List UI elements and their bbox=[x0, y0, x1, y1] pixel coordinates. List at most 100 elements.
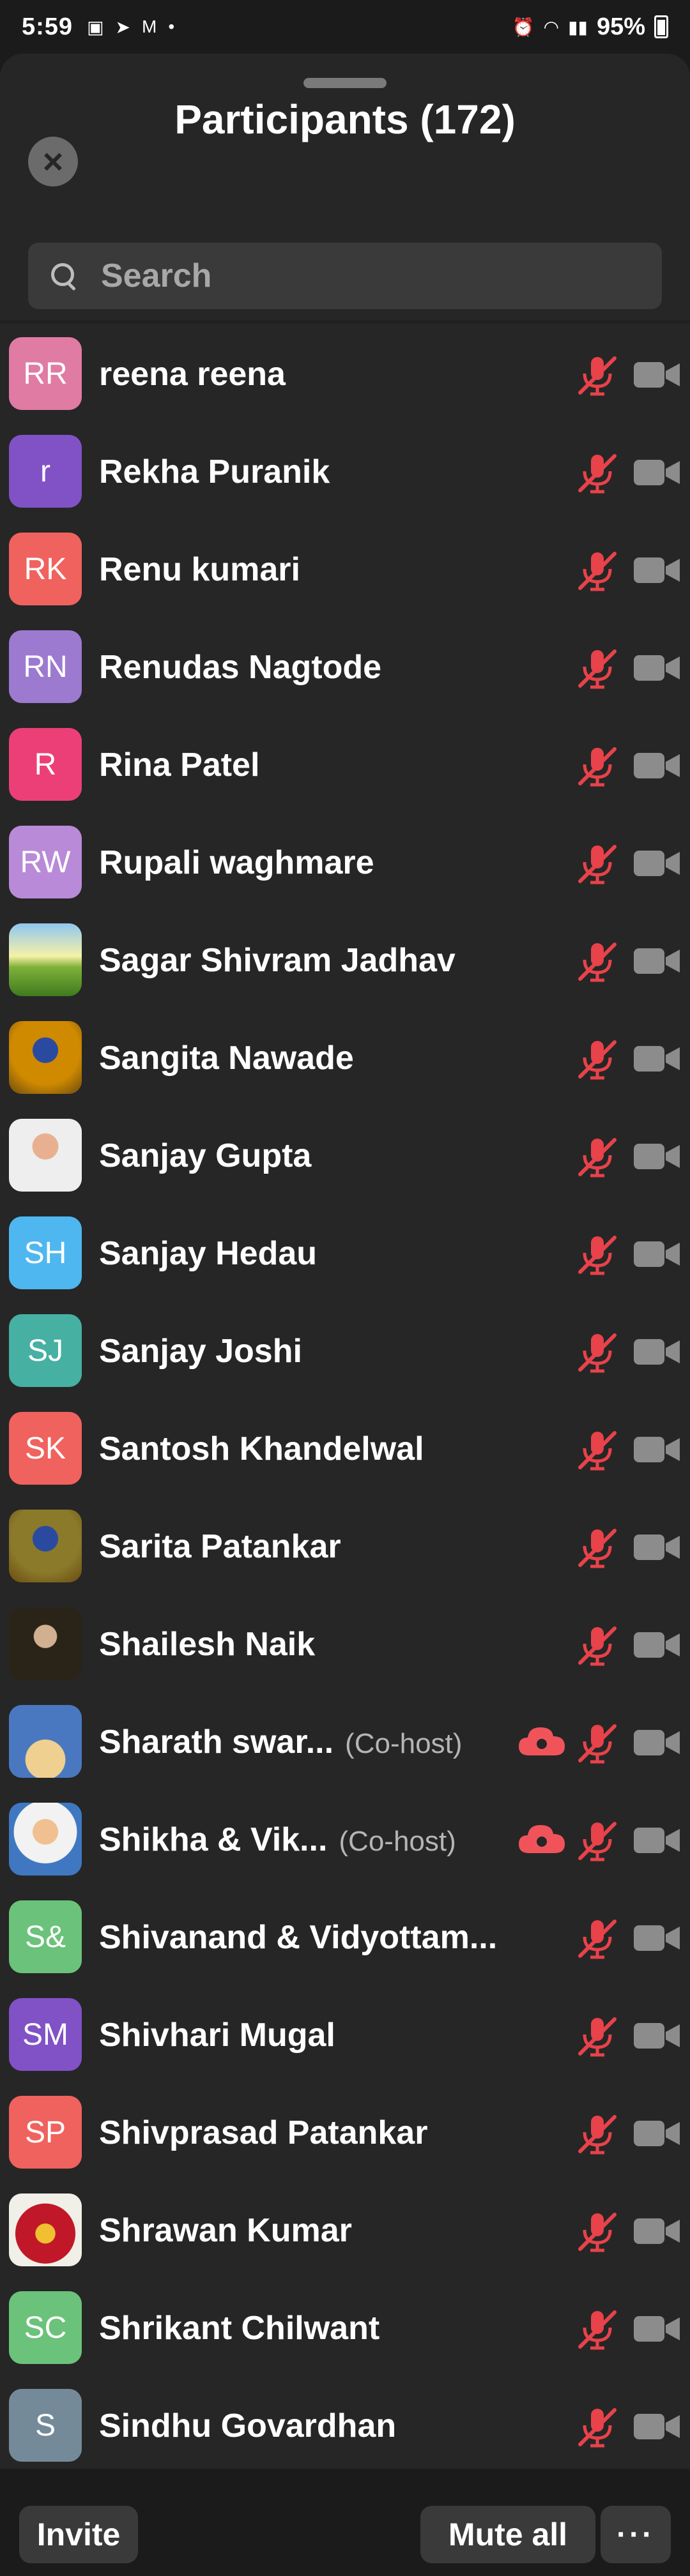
mic-muted-icon[interactable] bbox=[575, 646, 620, 691]
participant-row[interactable]: SP Shivprasad Patankar bbox=[0, 2084, 690, 2181]
mic-muted-icon[interactable] bbox=[575, 744, 620, 789]
participant-row[interactable]: S Sindhu Govardhan bbox=[0, 2377, 690, 2474]
alarm-icon: ⏰ bbox=[512, 17, 535, 37]
mic-muted-icon[interactable] bbox=[575, 1916, 620, 1961]
video-camera-icon[interactable] bbox=[632, 2117, 681, 2150]
search-bar[interactable] bbox=[28, 243, 662, 309]
participant-avatar: RW bbox=[9, 826, 82, 898]
close-button[interactable]: × bbox=[28, 137, 78, 186]
video-camera-icon[interactable] bbox=[632, 1628, 681, 1662]
participant-row[interactable]: SM Shivhari Mugal bbox=[0, 1986, 690, 2084]
participant-name-text: Rupali waghmare bbox=[99, 844, 374, 881]
participant-row[interactable]: SJ Sanjay Joshi bbox=[0, 1302, 690, 1400]
participant-avatar: SK bbox=[9, 1412, 82, 1485]
participant-name-text: Shivhari Mugal bbox=[99, 2016, 335, 2054]
mic-muted-icon[interactable] bbox=[575, 1428, 620, 1473]
video-camera-icon[interactable] bbox=[632, 456, 681, 489]
participant-row[interactable]: Sarita Patankar bbox=[0, 1497, 690, 1595]
mute-all-button[interactable]: Mute all bbox=[420, 2506, 595, 2563]
participant-row[interactable]: r Rekha Puranik bbox=[0, 423, 690, 520]
status-time: 5:59 bbox=[22, 13, 73, 40]
video-camera-icon[interactable] bbox=[632, 1531, 681, 1564]
participant-row[interactable]: RW Rupali waghmare bbox=[0, 814, 690, 911]
participant-row[interactable]: RR reena reena bbox=[0, 325, 690, 423]
mic-muted-icon[interactable] bbox=[575, 549, 620, 593]
video-camera-icon[interactable] bbox=[632, 1726, 681, 1759]
system-icons: ⏰ ◠ ▮▮ 95% bbox=[512, 13, 668, 41]
video-camera-icon[interactable] bbox=[632, 358, 681, 391]
mic-muted-icon[interactable] bbox=[575, 842, 620, 886]
video-camera-icon[interactable] bbox=[632, 944, 681, 978]
participant-row[interactable]: R Rina Patel bbox=[0, 716, 690, 814]
participant-name-text: Shrikant Chilwant bbox=[99, 2309, 380, 2347]
video-camera-icon[interactable] bbox=[632, 1335, 681, 1368]
participant-row[interactable]: Sanjay Gupta bbox=[0, 1107, 690, 1204]
participant-row[interactable]: Shikha & Vik... (Co-host) bbox=[0, 1791, 690, 1888]
participant-row[interactable]: Sangita Nawade bbox=[0, 1009, 690, 1107]
invite-button[interactable]: Invite bbox=[19, 2506, 138, 2563]
video-camera-icon[interactable] bbox=[632, 2215, 681, 2248]
more-options-button[interactable]: ··· bbox=[601, 2506, 671, 2563]
video-camera-icon[interactable] bbox=[632, 847, 681, 880]
participant-name: Sharath swar... (Co-host) bbox=[99, 1723, 462, 1761]
participant-row[interactable]: Sharath swar... (Co-host) bbox=[0, 1693, 690, 1791]
participant-name: Sanjay Joshi bbox=[99, 1332, 302, 1370]
video-camera-icon[interactable] bbox=[632, 2312, 681, 2345]
video-camera-icon[interactable] bbox=[632, 554, 681, 587]
participant-row[interactable]: SK Santosh Khandelwal bbox=[0, 1400, 690, 1497]
mic-muted-icon[interactable] bbox=[575, 451, 620, 496]
mic-muted-icon[interactable] bbox=[575, 2014, 620, 2059]
participant-row[interactable]: Shailesh Naik bbox=[0, 1595, 690, 1693]
mic-muted-icon[interactable] bbox=[575, 2405, 620, 2450]
mic-muted-icon[interactable] bbox=[575, 1232, 620, 1277]
participant-photo bbox=[9, 1510, 82, 1582]
video-camera-icon[interactable] bbox=[632, 1824, 681, 1857]
mic-muted-icon[interactable] bbox=[575, 1721, 620, 1766]
mic-muted-icon[interactable] bbox=[575, 2112, 620, 2156]
video-camera-icon[interactable] bbox=[632, 1140, 681, 1173]
mic-muted-icon[interactable] bbox=[575, 1135, 620, 1179]
cohost-label: (Co-host) bbox=[345, 1727, 463, 1759]
participant-name-text: Shailesh Naik bbox=[99, 1625, 316, 1663]
video-camera-icon[interactable] bbox=[632, 1921, 681, 1955]
mic-muted-icon[interactable] bbox=[575, 1330, 620, 1375]
mic-muted-icon[interactable] bbox=[575, 2209, 620, 2254]
mic-muted-icon[interactable] bbox=[575, 1819, 620, 1863]
drag-handle[interactable] bbox=[303, 78, 387, 88]
mic-muted-icon[interactable] bbox=[575, 1037, 620, 1082]
participant-photo bbox=[9, 1803, 82, 1875]
participant-avatar: SH bbox=[9, 1216, 82, 1289]
video-camera-icon[interactable] bbox=[632, 749, 681, 782]
video-camera-icon[interactable] bbox=[632, 1238, 681, 1271]
dot-icon: • bbox=[168, 17, 175, 36]
participant-row[interactable]: Sagar Shivram Jadhav bbox=[0, 911, 690, 1009]
participant-name: Rina Patel bbox=[99, 746, 259, 784]
participant-name: Sagar Shivram Jadhav bbox=[99, 941, 456, 980]
participant-name: reena reena bbox=[99, 355, 286, 393]
participant-row[interactable]: SC Shrikant Chilwant bbox=[0, 2279, 690, 2377]
search-input[interactable] bbox=[101, 257, 612, 295]
participant-row[interactable]: SH Sanjay Hedau bbox=[0, 1204, 690, 1302]
participant-photo bbox=[9, 1607, 82, 1680]
participant-avatar: RK bbox=[9, 533, 82, 605]
mic-muted-icon[interactable] bbox=[575, 939, 620, 984]
mic-muted-icon[interactable] bbox=[575, 1526, 620, 1570]
participant-name-text: Shivprasad Patankar bbox=[99, 2114, 428, 2151]
participant-row[interactable]: RK Renu kumari bbox=[0, 520, 690, 618]
participant-row[interactable]: S& Shivanand & Vidyottam... bbox=[0, 1888, 690, 1986]
participant-row[interactable]: RN Renudas Nagtode bbox=[0, 618, 690, 716]
signal-icon: ▮▮ bbox=[568, 17, 588, 37]
video-camera-icon[interactable] bbox=[632, 2019, 681, 2052]
video-camera-icon[interactable] bbox=[632, 2410, 681, 2443]
participant-name-text: Santosh Khandelwal bbox=[99, 1430, 424, 1467]
participant-photo bbox=[9, 1021, 82, 1094]
mic-muted-icon[interactable] bbox=[575, 1623, 620, 1668]
mic-muted-icon[interactable] bbox=[575, 353, 620, 398]
video-camera-icon[interactable] bbox=[632, 651, 681, 685]
video-camera-icon[interactable] bbox=[632, 1433, 681, 1466]
participant-row[interactable]: Shrawan Kumar bbox=[0, 2181, 690, 2279]
mic-muted-icon[interactable] bbox=[575, 2307, 620, 2352]
video-camera-icon[interactable] bbox=[632, 1042, 681, 1075]
battery-icon bbox=[654, 15, 668, 38]
participant-photo bbox=[9, 1119, 82, 1192]
